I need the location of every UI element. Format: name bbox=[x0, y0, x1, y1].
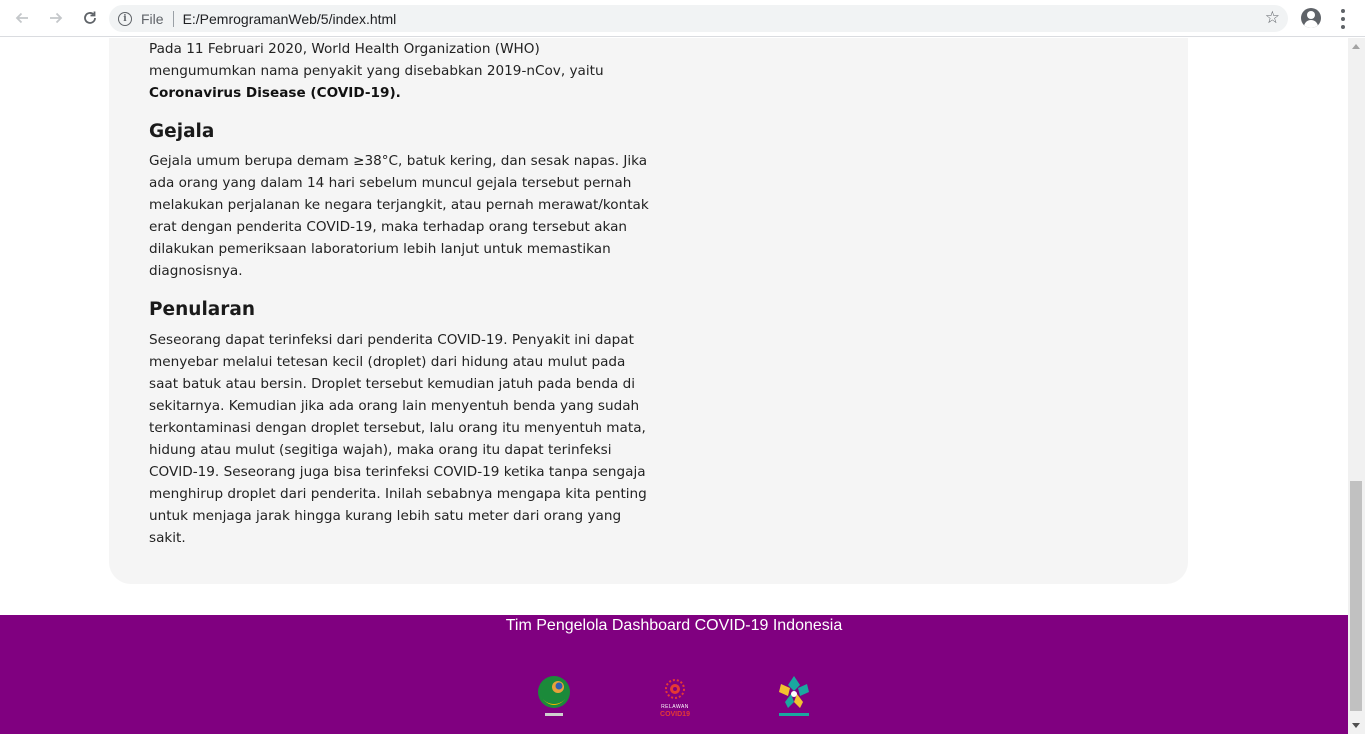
reload-button[interactable] bbox=[74, 2, 106, 34]
url-scheme: File bbox=[141, 10, 164, 27]
footer: Tim Pengelola Dashboard COVID-19 Indones… bbox=[0, 615, 1348, 734]
forward-button[interactable] bbox=[40, 2, 72, 34]
url-text[interactable]: E:/PemrogramanWeb/5/index.html bbox=[183, 11, 397, 27]
back-button[interactable] bbox=[6, 2, 38, 34]
gejala-heading: Gejala bbox=[149, 121, 215, 142]
scroll-down-icon[interactable] bbox=[1352, 723, 1360, 728]
arrow-left-icon bbox=[15, 12, 28, 24]
intro-paragraph: Pada 11 Februari 2020, World Health Orga… bbox=[149, 38, 649, 104]
gugus-tugas-logo bbox=[536, 674, 572, 722]
account-circle-icon[interactable] bbox=[1301, 8, 1321, 28]
penularan-heading: Penularan bbox=[149, 299, 256, 320]
scroll-up-icon[interactable] bbox=[1352, 44, 1360, 49]
vertical-scrollbar[interactable] bbox=[1348, 38, 1365, 734]
browser-toolbar: i File E:/PemrogramanWeb/5/index.html ☆ bbox=[0, 0, 1365, 37]
relawan-label: RELAWAN COVID19 bbox=[660, 704, 690, 718]
url-separator bbox=[172, 10, 174, 27]
more-vert-icon[interactable] bbox=[1335, 9, 1351, 29]
article: Pada 11 Februari 2020, World Health Orga… bbox=[149, 38, 649, 549]
kemenkes-logo bbox=[775, 672, 813, 722]
info-icon[interactable]: i bbox=[118, 11, 132, 26]
reload-icon bbox=[84, 11, 96, 24]
footer-title: Tim Pengelola Dashboard COVID-19 Indones… bbox=[505, 617, 843, 634]
address-bar[interactable]: i File E:/PemrogramanWeb/5/index.html ☆ bbox=[109, 5, 1288, 32]
intro-text: Pada 11 Februari 2020, World Health Orga… bbox=[149, 41, 604, 79]
penularan-paragraph: Seseorang dapat terinfeksi dari penderit… bbox=[149, 332, 647, 546]
relawan-covid19-logo: RELAWAN COVID19 bbox=[655, 677, 695, 721]
intro-bold-text: Coronavirus Disease (COVID-19). bbox=[149, 85, 401, 101]
arrow-right-icon bbox=[50, 12, 63, 24]
star-icon[interactable]: ☆ bbox=[1265, 8, 1280, 28]
page-viewport: Pada 11 Februari 2020, World Health Orga… bbox=[0, 38, 1348, 734]
content-card: Pada 11 Februari 2020, World Health Orga… bbox=[109, 38, 1188, 584]
gejala-paragraph: Gejala umum berupa demam ≥38°C, batuk ke… bbox=[149, 153, 649, 279]
scrollbar-thumb[interactable] bbox=[1350, 481, 1362, 711]
